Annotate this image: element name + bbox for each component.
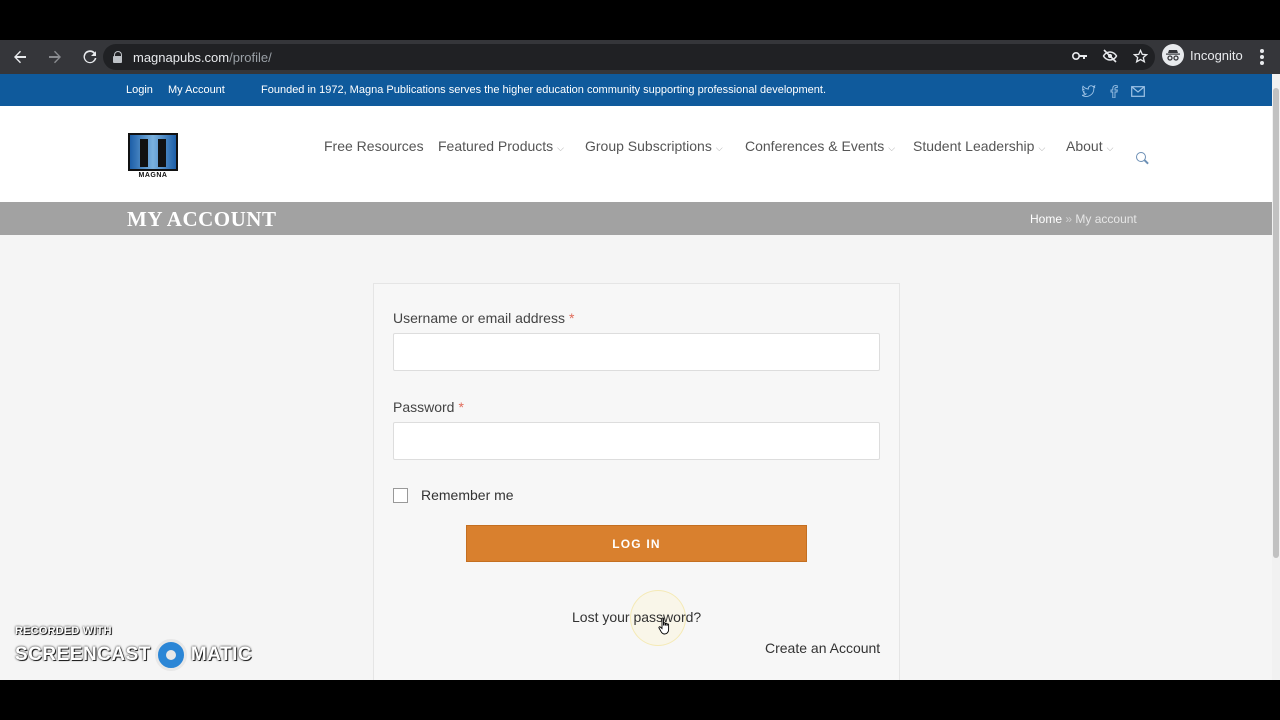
log-in-button[interactable]: LOG IN (466, 525, 807, 562)
address-bar[interactable]: magnapubs.com/profile/ (103, 44, 1155, 70)
chevron-down-icon: ⌵ (715, 143, 723, 153)
remember-me-checkbox[interactable] (393, 488, 408, 503)
screencast-watermark: RECORDED WITH SCREENCAST MATIC (15, 625, 252, 671)
breadcrumb-separator: » (1065, 212, 1073, 226)
nav-conferences-events[interactable]: Conferences & Events ⌵ (745, 138, 895, 154)
incognito-icon (1162, 44, 1184, 66)
url-path: /profile/ (229, 49, 272, 65)
scrollbar-thumb[interactable] (1273, 88, 1279, 558)
menu-dots-icon[interactable] (1260, 49, 1264, 65)
twitter-icon[interactable] (1082, 84, 1096, 98)
search-icon[interactable] (1136, 152, 1150, 166)
reload-icon[interactable] (75, 42, 105, 72)
nav-about[interactable]: About ⌵ (1066, 138, 1113, 154)
star-icon[interactable] (1132, 48, 1148, 64)
chevron-down-icon: ⌵ (557, 143, 564, 153)
watermark-line1: RECORDED WITH (15, 625, 112, 637)
forward-arrow-icon[interactable] (40, 42, 70, 72)
password-input[interactable] (393, 422, 880, 460)
incognito-label: Incognito (1190, 47, 1243, 63)
breadcrumb-home-link[interactable]: Home (1030, 212, 1062, 226)
login-form-card: Username or email address * Password * Rem… (373, 283, 900, 680)
video-letterbox-top (0, 0, 1280, 40)
browser-toolbar: magnapubs.com/profile/ Incognito (0, 40, 1280, 74)
facebook-icon[interactable] (1107, 84, 1121, 98)
magna-logo[interactable]: MAGNA (128, 133, 178, 179)
my-account-link[interactable]: My Account (168, 84, 225, 96)
url-host: magnapubs.com (133, 49, 230, 65)
username-label: Username or email address * (393, 310, 575, 326)
watermark-left: SCREENCAST (15, 644, 151, 665)
chevron-down-icon: ⌵ (1038, 143, 1046, 153)
nav-student-leadership[interactable]: Student Leadership ⌵ (913, 138, 1045, 154)
password-label: Password * (393, 399, 464, 415)
top-info-bar: Login My Account Founded in 1972, Magna … (0, 74, 1272, 106)
video-letterbox-bottom (0, 680, 1280, 720)
key-icon[interactable] (1072, 48, 1088, 64)
chevron-down-icon: ⌵ (1106, 143, 1114, 153)
username-input[interactable] (393, 333, 880, 371)
nav-group-subscriptions[interactable]: Group Subscriptions ⌵ (585, 138, 723, 154)
required-asterisk: * (458, 399, 464, 415)
incognito-profile-button[interactable]: Incognito (1162, 44, 1243, 66)
logo-wordmark: MAGNA (138, 172, 168, 179)
tagline-text: Founded in 1972, Magna Publications serv… (261, 84, 827, 96)
login-link[interactable]: Login (126, 84, 153, 96)
page-viewport: Login My Account Founded in 1972, Magna … (0, 74, 1272, 680)
required-asterisk: * (568, 310, 575, 326)
watermark-right: MATIC (190, 644, 253, 665)
nav-free-resources[interactable]: Free Resources (324, 138, 424, 154)
back-arrow-icon[interactable] (5, 42, 35, 72)
eye-off-icon[interactable] (1102, 48, 1118, 64)
mail-icon[interactable] (1131, 84, 1145, 98)
breadcrumb: Home » My account (1030, 212, 1137, 226)
page-title-bar: MY ACCOUNT Home » My account (0, 202, 1272, 235)
logo-mark (128, 133, 178, 171)
breadcrumb-current: My account (1075, 212, 1137, 226)
lock-icon (113, 51, 123, 63)
page-title: MY ACCOUNT (127, 207, 277, 231)
site-header: MAGNA Free Resources Featured Products ⌵ … (0, 106, 1272, 202)
create-account-link[interactable]: Create an Account (765, 640, 880, 656)
hand-cursor-icon (658, 617, 670, 635)
remember-me-label[interactable]: Remember me (421, 487, 514, 503)
nav-featured-products[interactable]: Featured Products ⌵ (438, 138, 564, 154)
lost-password-link[interactable]: Lost your password? (572, 609, 701, 625)
chevron-down-icon: ⌵ (888, 143, 896, 153)
page-scrollbar[interactable] (1272, 74, 1280, 680)
screencast-logo-icon (154, 639, 187, 671)
